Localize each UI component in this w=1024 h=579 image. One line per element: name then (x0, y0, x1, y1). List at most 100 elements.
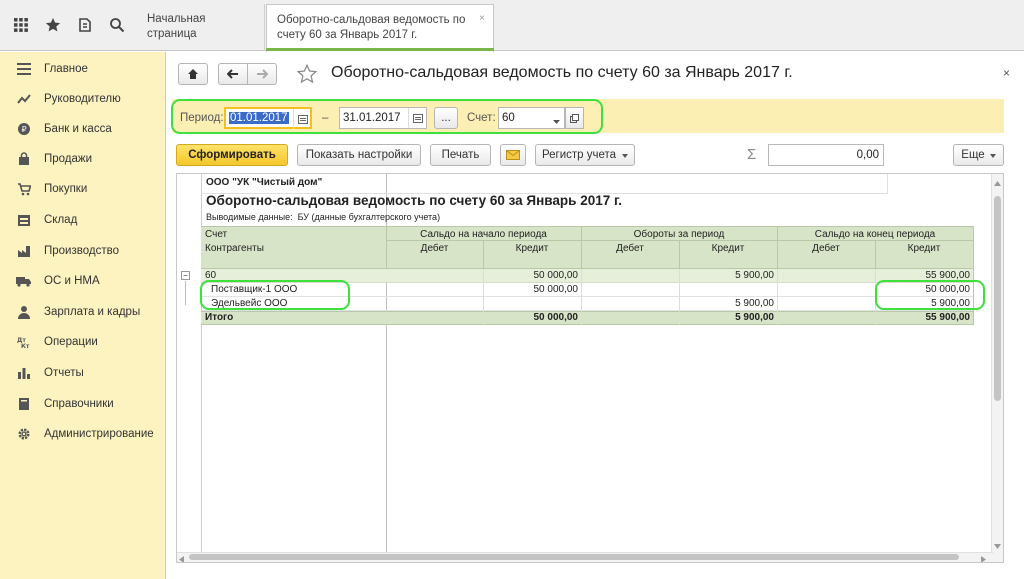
book-icon (16, 396, 32, 412)
history-icon[interactable] (74, 14, 96, 36)
scroll-right-icon[interactable] (981, 554, 986, 562)
output-data-line: Выводимые данные: БУ (данные бухгалтерск… (206, 212, 440, 222)
home-button[interactable] (178, 63, 208, 85)
header-credit: Кредит (711, 243, 745, 254)
dropdown-arrow-icon[interactable] (553, 116, 560, 128)
date-from-value: 01.01.2017 (229, 112, 289, 124)
register-button-label: Регистр учета (541, 149, 617, 161)
sum-icon: Σ (747, 146, 757, 163)
print-button[interactable]: Печать (430, 144, 491, 166)
chart-line-icon (16, 91, 32, 107)
header-counterparties: Контрагенты (205, 243, 264, 254)
account-label: Счет: (467, 112, 496, 124)
grid-line (483, 269, 484, 325)
sidebar-item-bank[interactable]: ₽ Банк и касса (0, 116, 165, 142)
tab-close-icon[interactable]: × (479, 11, 485, 26)
open-account-button[interactable] (565, 107, 584, 129)
sidebar-item-label: Продажи (44, 153, 93, 165)
report-sheet[interactable]: ООО "УК "Чистый дом" Оборотно-сальдовая … (176, 173, 1004, 563)
sidebar-item-reports[interactable]: Отчеты (0, 360, 165, 386)
coin-icon: ₽ (16, 121, 32, 137)
sidebar-item-directories[interactable]: Справочники (0, 391, 165, 417)
home-icon (188, 69, 198, 79)
output-data-label: Выводимые данные: (206, 212, 293, 222)
total-turnover-credit: 5 900,00 (735, 312, 774, 323)
apps-grid-icon[interactable] (10, 14, 32, 36)
sidebar-item-manager[interactable]: Руководителю (0, 86, 165, 112)
send-email-button[interactable] (500, 144, 526, 166)
tab-home[interactable]: Начальная страница (137, 4, 265, 51)
sidebar-item-salary[interactable]: Зарплата и кадры (0, 299, 165, 325)
total-opening-credit: 50 000,00 (533, 312, 579, 323)
scroll-up-icon[interactable] (994, 177, 1001, 189)
scroll-left-icon[interactable] (179, 554, 184, 562)
more-button-label: Еще (961, 149, 985, 161)
back-button[interactable] (218, 63, 248, 85)
date-to-field[interactable]: 31.01.2017 (339, 107, 427, 129)
period-select-button[interactable]: ... (434, 107, 458, 129)
account-field[interactable]: 60 (498, 107, 565, 129)
show-settings-button[interactable]: Показать настройки (297, 144, 421, 166)
collapse-toggle-icon[interactable]: − (181, 271, 190, 280)
sidebar-item-label: Банк и касса (44, 123, 112, 135)
vertical-scrollbar[interactable] (991, 174, 1003, 562)
more-button[interactable]: Еще (953, 144, 1004, 166)
bar-chart-icon (16, 365, 32, 381)
scroll-down-icon[interactable] (994, 540, 1001, 552)
output-data-value: БУ (данные бухгалтерского учета) (297, 212, 441, 222)
sidebar-item-purchases[interactable]: Покупки (0, 176, 165, 202)
dropdown-arrow-icon (622, 149, 629, 161)
account-value: 60 (502, 112, 515, 124)
star-icon[interactable] (42, 14, 64, 36)
grid-line (777, 269, 778, 325)
sidebar-item-assets[interactable]: ОС и НМА (0, 268, 165, 294)
header-debit: Дебет (812, 243, 840, 254)
total-closing-credit: 55 900,00 (925, 312, 971, 323)
sidebar-item-warehouse[interactable]: Склад (0, 207, 165, 233)
horizontal-scrollbar[interactable] (177, 552, 993, 562)
header-debit: Дебет (616, 243, 644, 254)
envelope-icon (506, 150, 520, 160)
vertical-scroll-thumb[interactable] (994, 196, 1001, 401)
report-title: Оборотно-сальдовая ведомость по счету 60… (206, 193, 623, 208)
svg-text:₽: ₽ (21, 125, 26, 134)
register-button[interactable]: Регистр учета (535, 144, 635, 166)
calendar-icon[interactable] (408, 108, 426, 128)
generate-button[interactable]: Сформировать (176, 144, 288, 166)
total-label: Итого (205, 312, 234, 323)
horizontal-scroll-thumb[interactable] (189, 554, 959, 560)
factory-icon (16, 243, 32, 259)
truck-icon (16, 273, 32, 289)
highlight-closing-credit (875, 280, 985, 310)
grid-line (679, 269, 680, 325)
sidebar-item-operations[interactable]: Дт Кт Операции (0, 329, 165, 355)
close-icon[interactable]: × (1003, 66, 1010, 80)
header-opening-balance: Сальдо на начало периода (420, 229, 547, 240)
header-credit: Кредит (515, 243, 549, 254)
tab-report[interactable]: Оборотно-сальдовая ведомость по счету 60… (266, 4, 494, 52)
sidebar-item-sales[interactable]: Продажи (0, 146, 165, 172)
row-turnover-credit: 5 900,00 (735, 270, 774, 281)
grid-line (887, 174, 888, 194)
tab-home-label: Начальная страница (147, 13, 206, 40)
sidebar-item-label: Главное (44, 63, 88, 75)
header-account: Счет (205, 229, 228, 240)
warehouse-icon (16, 212, 32, 228)
date-from-field[interactable]: 01.01.2017 (224, 107, 312, 129)
arrow-left-icon (227, 69, 238, 79)
tree-line (185, 281, 186, 305)
sidebar-item-admin[interactable]: Администрирование (0, 421, 165, 447)
calendar-icon[interactable] (293, 109, 311, 129)
date-to-value: 31.01.2017 (343, 112, 401, 124)
search-icon[interactable] (106, 14, 128, 36)
sidebar-item-label: Покупки (44, 183, 88, 195)
sidebar-item-label: Администрирование (44, 428, 154, 440)
forward-button[interactable] (247, 63, 277, 85)
arrow-right-icon (257, 69, 268, 79)
sidebar-item-production[interactable]: Производство (0, 238, 165, 264)
favorite-star-icon[interactable] (296, 63, 318, 87)
sidebar-item-main[interactable]: Главное (0, 56, 165, 82)
grid-line (973, 226, 974, 325)
sidebar-item-label: Зарплата и кадры (44, 306, 141, 318)
date-dash: – (322, 112, 329, 124)
